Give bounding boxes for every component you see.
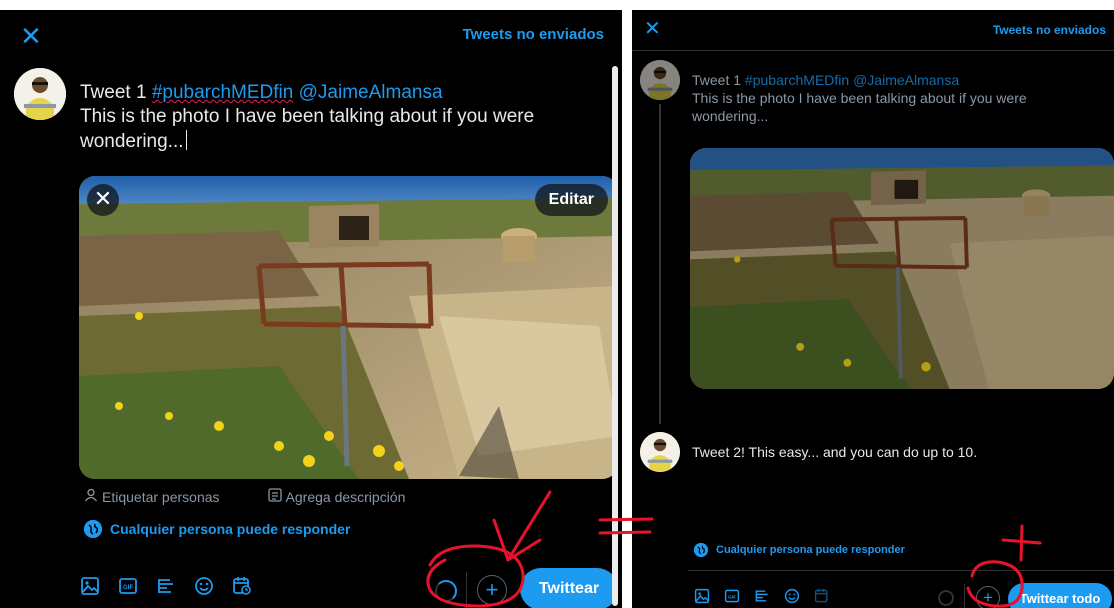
scrollbar[interactable]: [612, 66, 618, 606]
tweet-prefix: Tweet 1: [80, 82, 152, 103]
schedule-icon[interactable]: [232, 576, 252, 596]
gif-label: GIF: [728, 594, 736, 600]
mention[interactable]: @JaimeAlmansa: [853, 72, 959, 88]
add-description-link[interactable]: Agrega descripción: [267, 488, 406, 505]
tweet-1-text[interactable]: Tweet 1 #pubarchMEDfin @JaimeAlmansa Thi…: [80, 81, 600, 154]
toolbar-divider: [964, 584, 965, 608]
tag-people-link[interactable]: Etiquetar personas: [84, 488, 220, 505]
globe-icon: [694, 543, 708, 557]
avatar: [14, 68, 66, 120]
hashtag[interactable]: #pubarchMEDfin: [152, 82, 294, 103]
tweet-2-text[interactable]: Tweet 2! This easy... and you can do up …: [692, 444, 1102, 462]
compose-dialog-right: ✕ Tweets no enviados Tweet 1 #pubarchMED…: [632, 10, 1114, 608]
close-icon[interactable]: ✕: [644, 16, 661, 42]
text-caret: [185, 129, 187, 150]
tweet-body: This is the photo I have been talking ab…: [692, 89, 1027, 124]
add-description-label: Agrega descripción: [285, 488, 406, 505]
gif-icon[interactable]: GIF: [118, 576, 138, 596]
attached-photo[interactable]: [690, 148, 1114, 389]
gif-label: GIF: [123, 585, 133, 591]
compose-toolbar: GIF: [694, 588, 830, 604]
reply-setting[interactable]: Cualquier persona puede responder: [694, 543, 905, 557]
avatar: [640, 432, 680, 472]
globe-icon: [84, 520, 102, 538]
avatar: [640, 60, 680, 100]
gif-icon[interactable]: GIF: [724, 588, 740, 604]
tweet-body: This is the photo I have been talking ab…: [80, 106, 535, 152]
image-icon[interactable]: [80, 576, 100, 596]
reply-setting-label: Cualquier persona puede responder: [110, 521, 351, 537]
tweet-1-text[interactable]: Tweet 1 #pubarchMEDfin @JaimeAlmansa Thi…: [692, 72, 1102, 126]
remove-media-button[interactable]: ✕: [87, 184, 119, 216]
toolbar-divider: [466, 572, 467, 608]
poll-icon[interactable]: [156, 576, 176, 596]
poll-icon[interactable]: [754, 588, 770, 604]
emoji-icon[interactable]: [194, 576, 214, 596]
hashtag[interactable]: #pubarchMEDfin: [745, 72, 849, 88]
thread-line: [659, 104, 661, 424]
mention[interactable]: @JaimeAlmansa: [299, 82, 443, 103]
tweet-button[interactable]: Twittear: [520, 568, 618, 608]
compose-toolbar: GIF: [80, 576, 252, 596]
header-divider: [632, 50, 1114, 51]
emoji-icon[interactable]: [784, 588, 800, 604]
attached-photo[interactable]: ✕ Editar: [79, 176, 618, 479]
schedule-icon[interactable]: [814, 588, 830, 604]
reply-setting[interactable]: Cualquier persona puede responder: [84, 520, 350, 538]
tag-people-label: Etiquetar personas: [102, 488, 220, 505]
tweet-all-button[interactable]: Twittear todo: [1008, 583, 1112, 608]
character-counter-ring: [938, 590, 954, 606]
tweet-prefix: Tweet 1: [692, 72, 745, 88]
reply-setting-label: Cualquier persona puede responder: [716, 544, 905, 556]
edit-media-button[interactable]: Editar: [534, 184, 608, 216]
unsent-tweets-link[interactable]: Tweets no enviados: [993, 23, 1106, 37]
toolbar-divider-h: [688, 570, 1114, 571]
character-counter-ring: [435, 580, 457, 602]
image-icon[interactable]: [694, 588, 710, 604]
compose-dialog-left: ✕ Tweets no enviados Tweet 1 #pubarchMED…: [0, 10, 622, 608]
description-icon: [267, 488, 282, 505]
person-icon: [84, 488, 98, 505]
add-tweet-button[interactable]: +: [477, 575, 507, 605]
add-tweet-button[interactable]: +: [976, 586, 1000, 608]
media-meta-row: Etiquetar personas Agrega descripción: [84, 488, 405, 505]
unsent-tweets-link[interactable]: Tweets no enviados: [463, 26, 604, 43]
close-icon[interactable]: ✕: [20, 23, 42, 49]
